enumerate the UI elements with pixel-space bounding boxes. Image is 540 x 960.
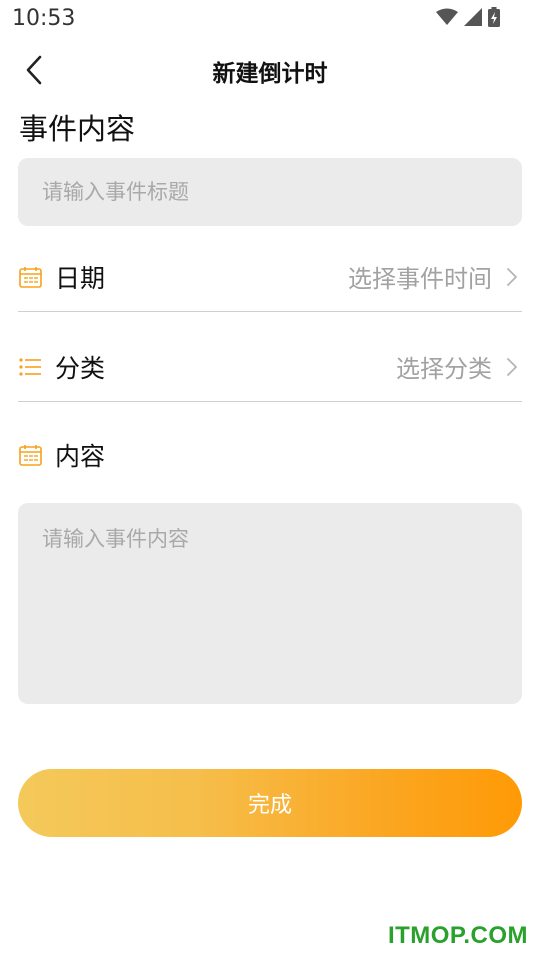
app-bar: 新建倒计时 — [0, 42, 540, 98]
category-label: 分类 — [55, 353, 106, 383]
wifi-icon — [436, 8, 458, 25]
event-title-input[interactable] — [18, 158, 522, 226]
watermark: ITMOP.COM — [387, 922, 528, 949]
event-content-textarea[interactable] — [18, 503, 522, 704]
content-row: 内容 — [18, 420, 522, 490]
status-bar: 10:53 — [0, 0, 540, 36]
content-label: 内容 — [55, 442, 106, 471]
date-row[interactable]: 日期 选择事件时间 — [18, 242, 522, 312]
calendar-icon — [18, 443, 42, 467]
section-title: 事件内容 — [19, 112, 136, 146]
category-value: 选择分类 — [396, 355, 492, 383]
status-icons — [436, 7, 500, 27]
chevron-right-icon — [506, 357, 520, 377]
status-time: 10:53 — [12, 6, 76, 31]
page-title: 新建倒计时 — [212, 61, 328, 87]
chevron-right-icon — [506, 267, 520, 287]
cellular-signal-icon — [464, 8, 482, 26]
date-value: 选择事件时间 — [348, 265, 492, 293]
category-row[interactable]: 分类 选择分类 — [18, 332, 522, 402]
battery-charging-icon — [488, 7, 500, 27]
calendar-icon — [18, 265, 42, 289]
date-label: 日期 — [55, 263, 106, 293]
done-button[interactable]: 完成 — [18, 769, 522, 837]
list-icon — [18, 355, 42, 379]
